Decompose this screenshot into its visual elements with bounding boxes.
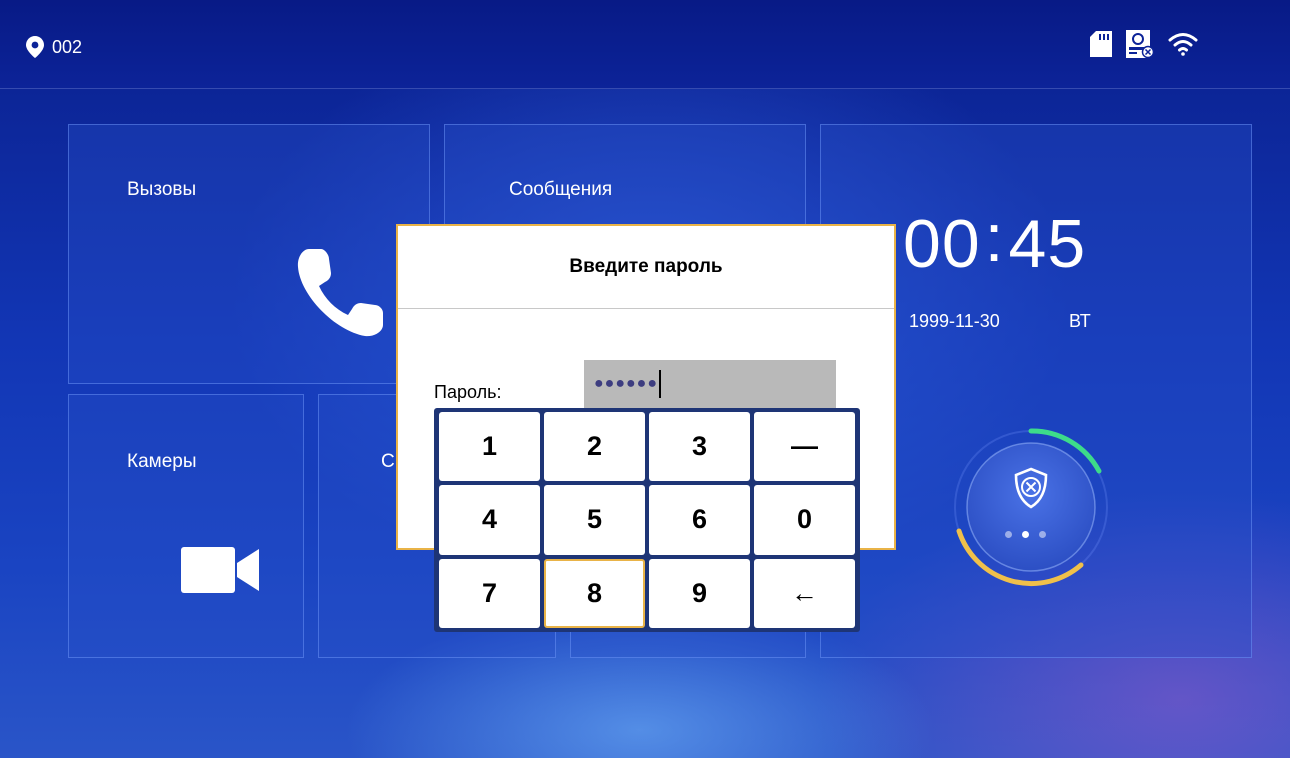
text-caret	[658, 370, 661, 398]
user-card-icon	[1126, 30, 1154, 58]
key-7[interactable]: 7	[439, 558, 540, 628]
password-input[interactable]: ●●●●●●	[584, 360, 836, 408]
page-dot-active	[1022, 531, 1029, 538]
cameras-tile[interactable]: Камеры	[68, 394, 304, 658]
status-bar: 002	[0, 0, 1290, 89]
page-dot	[1039, 531, 1046, 538]
sd-card-icon	[1090, 31, 1112, 57]
password-value: ●●●●●●	[594, 375, 658, 392]
location-number: 002	[52, 36, 83, 57]
key-0[interactable]: 0	[754, 485, 855, 555]
numeric-keypad: 1 2 3 — 4 5 6 0 7 8 9 ←	[434, 408, 860, 632]
key-1[interactable]: 1	[439, 412, 540, 482]
page-dot	[1005, 531, 1012, 538]
calls-tile[interactable]: Вызовы	[68, 124, 430, 384]
location-pin-icon	[26, 36, 44, 58]
password-label: Пароль:	[434, 382, 502, 402]
wifi-icon	[1168, 33, 1198, 56]
cameras-label: Камеры	[127, 451, 197, 472]
key-8[interactable]: 8	[544, 558, 645, 628]
location-indicator: 002	[26, 36, 82, 58]
messages-label: Сообщения	[509, 179, 613, 200]
key-6[interactable]: 6	[649, 485, 750, 555]
video-camera-icon	[181, 547, 259, 593]
shield-x-icon	[1014, 467, 1048, 509]
key-9[interactable]: 9	[649, 558, 750, 628]
backspace-key[interactable]: ←	[754, 558, 855, 628]
key-3[interactable]: 3	[649, 412, 750, 482]
partial-tile-label: С	[381, 451, 395, 472]
key-5[interactable]: 5	[544, 485, 645, 555]
key-dash[interactable]: —	[754, 412, 855, 482]
clock-weekday: ВТ	[1069, 311, 1091, 331]
clock-time: 00:45	[903, 200, 1087, 282]
phone-icon	[297, 249, 383, 337]
key-2[interactable]: 2	[544, 412, 645, 482]
calls-label: Вызовы	[127, 179, 197, 200]
dialog-title: Введите пароль	[398, 226, 894, 309]
status-icons	[1090, 30, 1198, 58]
page-indicator	[1005, 531, 1046, 538]
key-4[interactable]: 4	[439, 485, 540, 555]
clock-date: 1999-11-30	[909, 311, 1000, 331]
